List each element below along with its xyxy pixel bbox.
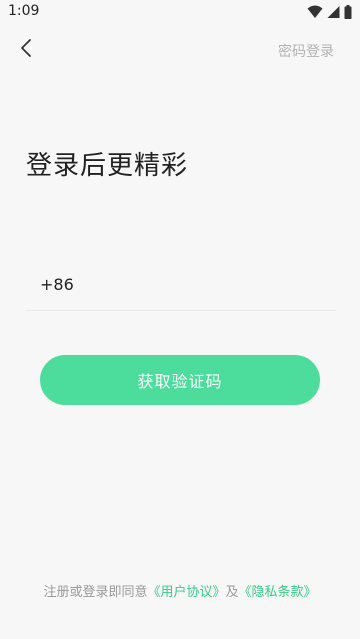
top-bar: 密码登录 bbox=[0, 30, 360, 70]
status-bar: 1:09 bbox=[0, 0, 360, 24]
password-login-link[interactable]: 密码登录 bbox=[278, 41, 334, 61]
country-code-selector[interactable]: +86 bbox=[40, 275, 74, 294]
signal-icon bbox=[327, 5, 340, 19]
battery-icon bbox=[344, 5, 352, 19]
agreement-conjunction: 及 bbox=[225, 585, 239, 600]
agreement-notice: 注册或登录即同意《用户协议》及《隐私条款》 bbox=[0, 581, 360, 600]
phone-number-input[interactable] bbox=[86, 270, 330, 306]
status-icons bbox=[307, 4, 352, 20]
agreement-prefix: 注册或登录即同意 bbox=[43, 585, 148, 600]
privacy-policy-link[interactable]: 《隐私条款》 bbox=[239, 585, 317, 600]
chevron-left-icon bbox=[19, 38, 33, 62]
wifi-icon bbox=[307, 5, 323, 19]
user-agreement-link[interactable]: 《用户协议》 bbox=[147, 585, 225, 600]
phone-input-row: +86 bbox=[26, 266, 336, 311]
back-button[interactable] bbox=[12, 36, 40, 64]
status-time: 1:09 bbox=[8, 3, 40, 19]
get-verification-code-button[interactable]: 获取验证码 bbox=[40, 355, 320, 405]
page-title: 登录后更精彩 bbox=[26, 151, 189, 182]
